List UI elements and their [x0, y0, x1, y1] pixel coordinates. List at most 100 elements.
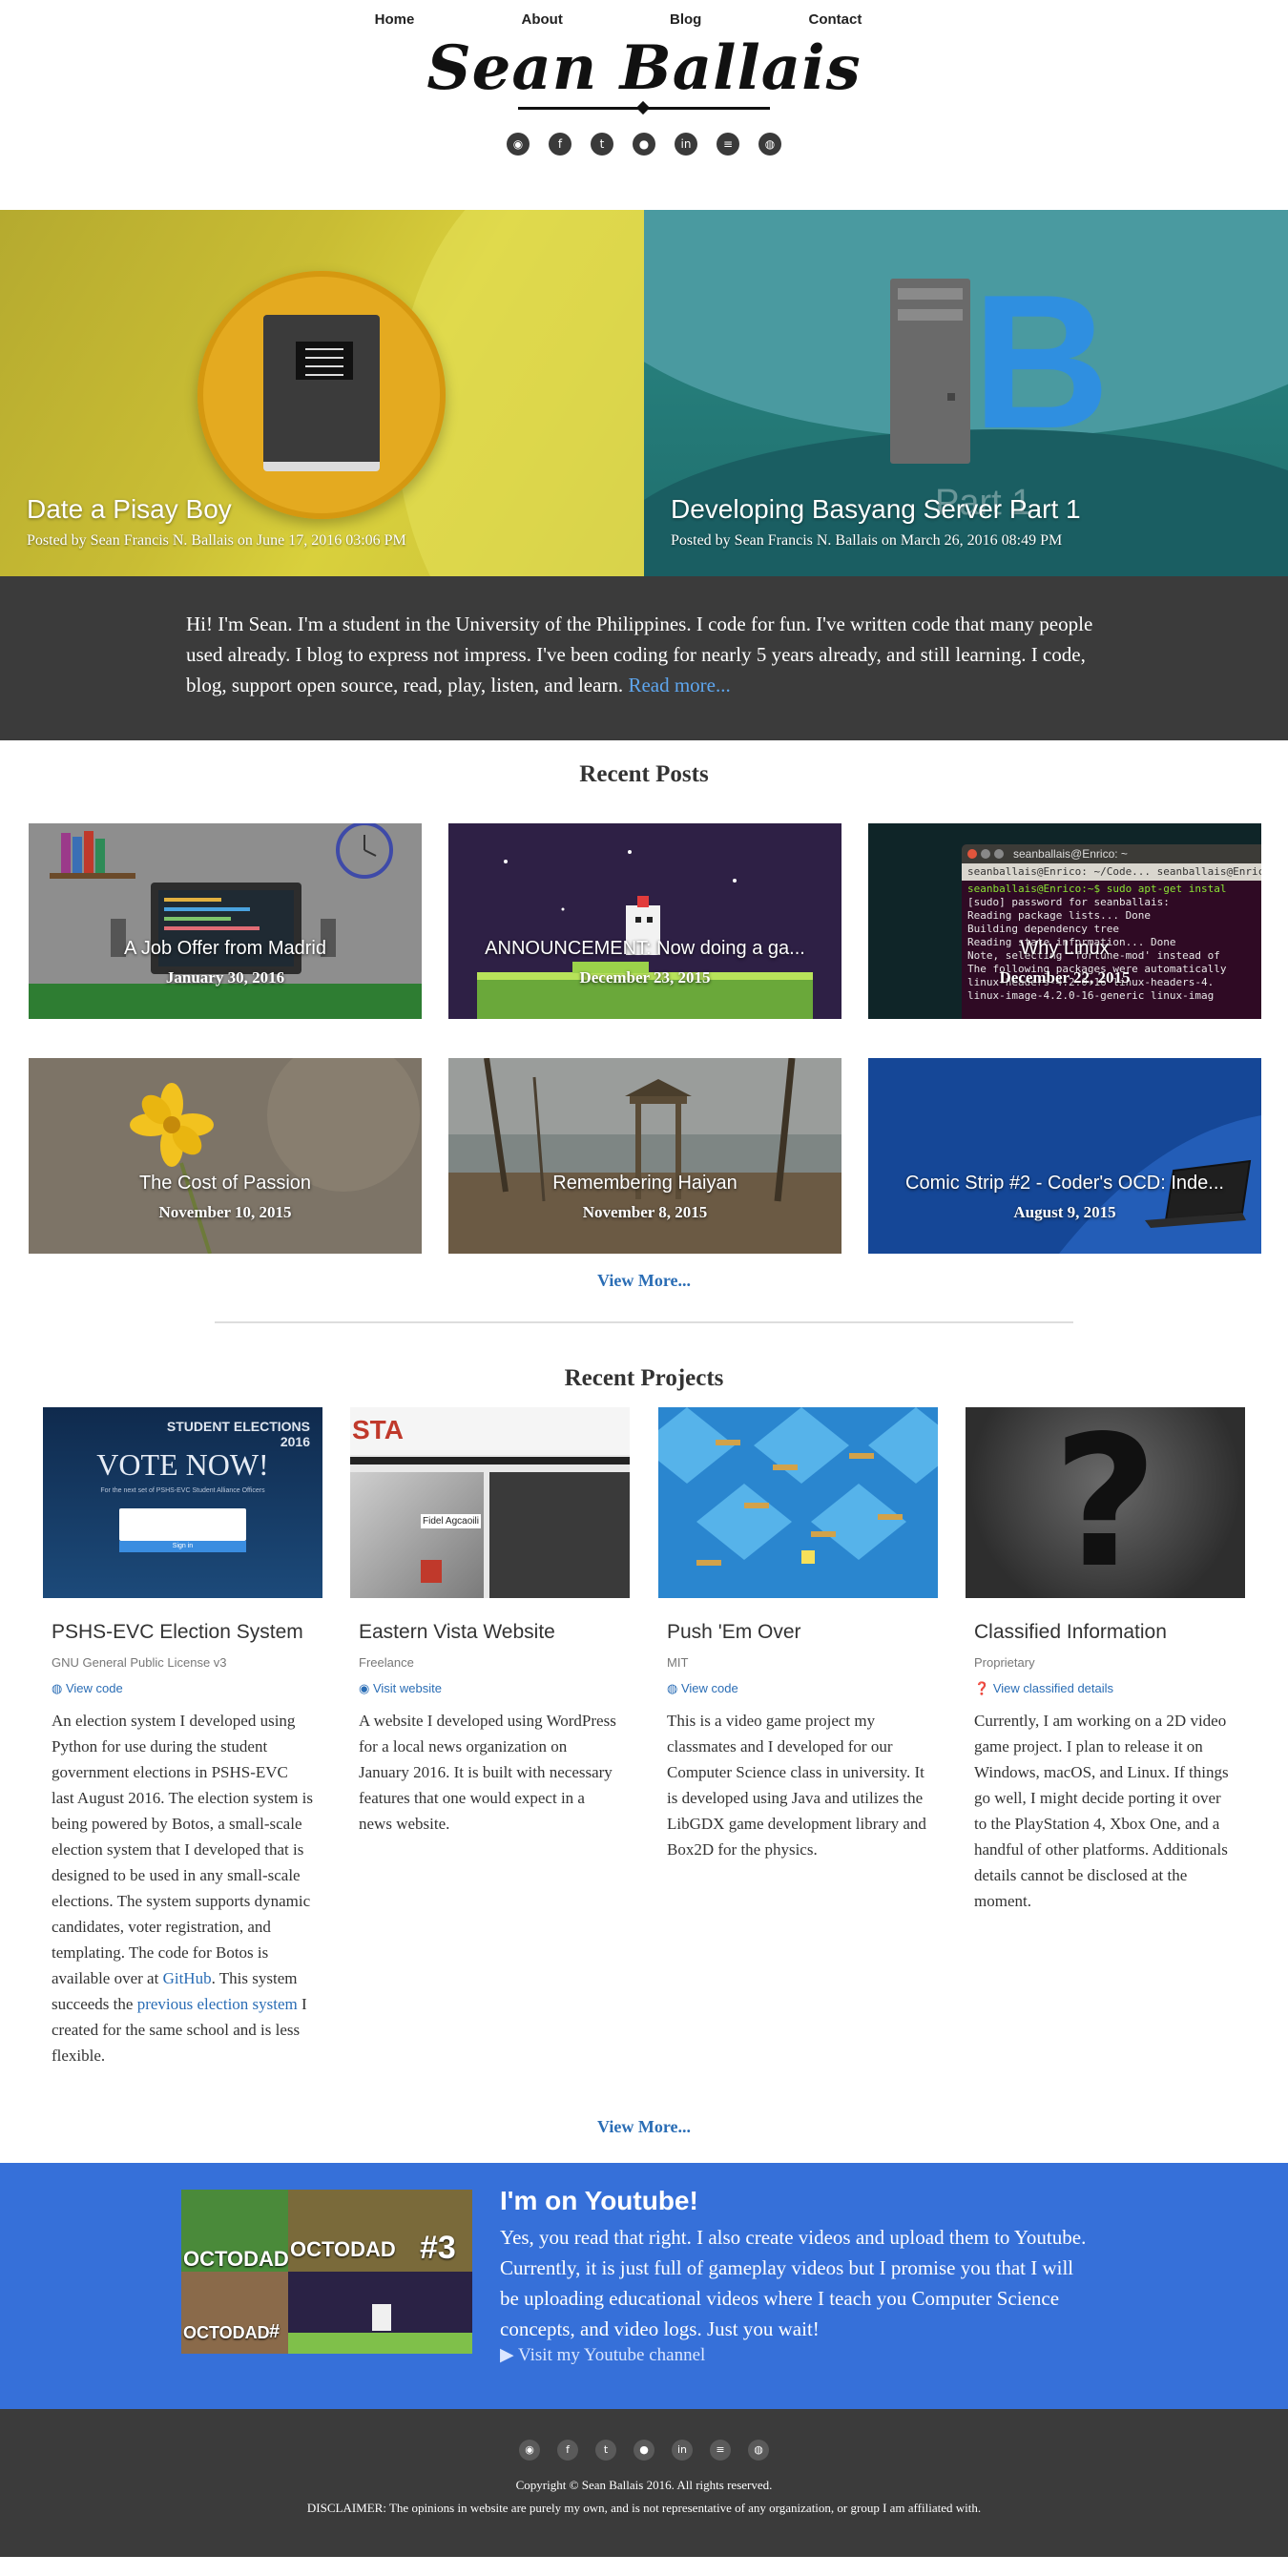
project-card: Push 'Em Over MIT ◍ View code This is a …: [658, 1407, 938, 1862]
facebook-icon[interactable]: f: [549, 133, 571, 156]
article-red-block: [421, 1560, 442, 1583]
project-license: GNU General Public License v3: [52, 1655, 227, 1670]
youtube-thumbnails[interactable]: OCTODAD OCTODAD #3 OCTODAD #: [181, 2190, 472, 2354]
vote-subtitle: For the next set of PSHS-EVC Student All…: [100, 1487, 265, 1494]
article-grid: [489, 1472, 630, 1598]
about-band: Hi! I'm Sean. I'm a student in the Unive…: [0, 576, 1288, 740]
footer-social-links: ◉ f t ● in ≡ ◍: [0, 2409, 1288, 2461]
question-circle-icon: ❓: [974, 1681, 993, 1695]
nav-contact-link[interactable]: Contact: [809, 11, 862, 28]
post-date: January 30, 2016: [165, 968, 285, 987]
site-logo[interactable]: Sean Ballais: [0, 38, 1288, 110]
twitter-icon[interactable]: t: [591, 133, 613, 156]
github-icon: ◍: [52, 1681, 66, 1695]
post-thumbnail: [448, 823, 841, 1019]
post-date: August 9, 2015: [1013, 1203, 1116, 1221]
view-more-posts-link[interactable]: View More...: [0, 1271, 1288, 1291]
linkedin-icon[interactable]: in: [675, 133, 697, 156]
terminal-line: [sudo] password for seanballais:: [967, 896, 1170, 908]
post-card[interactable]: A Job Offer from Madrid January 30, 2016: [29, 823, 422, 1019]
post-card[interactable]: The Cost of Passion November 10, 2015: [29, 1058, 422, 1254]
terminal-line: Building dependency tree: [967, 923, 1119, 935]
reddit-icon[interactable]: ●: [633, 133, 655, 156]
project-license: Proprietary: [974, 1655, 1035, 1670]
view-code-link[interactable]: ◍ View code: [52, 1681, 322, 1696]
article-photo: [350, 1472, 484, 1598]
read-more-link[interactable]: Read more...: [628, 674, 730, 696]
terminal-tabs: seanballais@Enrico: ~/Code... seanballai…: [962, 863, 1261, 881]
twitter-icon[interactable]: t: [595, 2440, 616, 2461]
project-image[interactable]: [658, 1407, 938, 1598]
featured-post-meta: Posted by Sean Francis N. Ballais on Mar…: [671, 532, 1063, 549]
post-title: Remembering Haiyan: [552, 1173, 737, 1194]
project-image[interactable]: STUDENT ELECTIONS 2016 VOTE NOW! For the…: [43, 1407, 322, 1598]
game-screenshot: [658, 1407, 938, 1598]
rss-icon[interactable]: ◉: [519, 2440, 540, 2461]
reddit-icon[interactable]: ●: [634, 2440, 654, 2461]
facebook-icon[interactable]: f: [557, 2440, 578, 2461]
rss-icon[interactable]: ◉: [507, 133, 530, 156]
thumbnail-text: #3: [420, 2230, 456, 2266]
disclaimer-text: DISCLAIMER: The opinions in website are …: [306, 2501, 982, 2515]
post-card[interactable]: Comic Strip #2 - Coder's OCD: Inde... Au…: [868, 1058, 1261, 1254]
thumbnail-text: OCTODAD: [290, 2237, 396, 2261]
terminal-window: seanballais@Enrico: ~ seanballais@Enrico…: [962, 844, 1261, 1019]
post-thumbnail: [868, 1058, 1261, 1254]
youtube-channel-link[interactable]: ▶ Visit my Youtube channel: [500, 2344, 705, 2366]
main-nav: Home About Blog Contact: [0, 11, 1288, 28]
post-thumbnail: [448, 1058, 841, 1254]
visit-website-link[interactable]: ◉ Visit website: [359, 1681, 630, 1696]
post-date: December 22, 2015: [999, 968, 1131, 987]
linkedin-icon[interactable]: in: [672, 2440, 693, 2461]
terminal-line: linux-image-4.2.0-16-generic linux-imag: [967, 989, 1215, 1002]
sign-in-button: Sign in: [119, 1541, 246, 1552]
site-footer: ◉ f t ● in ≡ ◍ Copyright © Sean Ballais …: [0, 2409, 1288, 2557]
featured-post-card[interactable]: B Part 1 Developing Basyang Server Part …: [644, 210, 1288, 576]
stackoverflow-icon[interactable]: ≡: [710, 2440, 731, 2461]
post-card[interactable]: Remembering Haiyan November 8, 2015: [448, 1058, 841, 1254]
terminal-line: Reading package lists... Done: [967, 909, 1152, 922]
github-icon: ◍: [667, 1681, 681, 1695]
github-icon[interactable]: ◍: [758, 133, 781, 156]
thumbnail-text: OCTODAD: [183, 2247, 289, 2271]
view-classified-details-label: View classified details: [992, 1681, 1114, 1695]
stackoverflow-icon[interactable]: ≡: [717, 133, 739, 156]
view-code-label: View code: [680, 1681, 738, 1695]
featured-post-card[interactable]: Date a Pisay Boy Posted by Sean Francis …: [0, 210, 644, 576]
featured-posts: Date a Pisay Boy Posted by Sean Francis …: [0, 210, 1288, 576]
project-image[interactable]: STA Fidel Agcaoili: [350, 1407, 630, 1598]
featured-post-title: Developing Basyang Server Part 1: [671, 494, 1081, 524]
post-card[interactable]: seanballais@Enrico: ~ seanballais@Enrico…: [868, 823, 1261, 1019]
project-image[interactable]: ?: [966, 1407, 1245, 1598]
view-more-projects-link[interactable]: View More...: [0, 2117, 1288, 2137]
post-card[interactable]: ANNOUNCEMENT: Now doing a ga... December…: [448, 823, 841, 1019]
project-license: Freelance: [359, 1655, 414, 1670]
book-icon: [263, 315, 380, 471]
nav-home-link[interactable]: Home: [375, 11, 415, 28]
minimize-icon[interactable]: [981, 849, 990, 859]
about-text: Hi! I'm Sean. I'm a student in the Unive…: [186, 609, 1121, 700]
terminal-line: seanballais@Enrico:~$ sudo apt-get insta…: [967, 883, 1227, 895]
post-date: November 8, 2015: [582, 1203, 708, 1221]
youtube-channel-label: Visit my Youtube channel: [518, 2345, 706, 2365]
project-description: A website I developed using WordPress fo…: [359, 1712, 616, 1833]
nav-about-link[interactable]: About: [522, 11, 563, 28]
nav-blog-link[interactable]: Blog: [670, 11, 701, 28]
logo-text: Sean Ballais: [426, 32, 862, 104]
recent-posts-heading: Recent Posts: [579, 761, 709, 787]
view-classified-details-link[interactable]: ❓ View classified details: [974, 1681, 1245, 1696]
maximize-icon[interactable]: [994, 849, 1004, 859]
post-title: Comic Strip #2 - Coder's OCD: Inde...: [905, 1173, 1224, 1194]
youtube-band: OCTODAD OCTODAD #3 OCTODAD # I'm on Yout…: [0, 2163, 1288, 2409]
previous-election-system-link[interactable]: previous election system: [137, 1995, 298, 2013]
article-headline: Fidel Agcaoili: [421, 1514, 481, 1528]
youtube-title: I'm on Youtube!: [500, 2186, 698, 2215]
view-code-link[interactable]: ◍ View code: [667, 1681, 938, 1696]
github-link[interactable]: GitHub: [163, 1969, 212, 1987]
thumbnail-text: OCTODAD: [183, 2323, 270, 2342]
project-description: Currently, I am working on a 2D video ga…: [974, 1712, 1229, 1910]
close-icon[interactable]: [967, 849, 977, 859]
youtube-icon: ▶: [500, 2345, 519, 2365]
github-icon[interactable]: ◍: [748, 2440, 769, 2461]
post-title: Why Linux: [1020, 938, 1110, 959]
